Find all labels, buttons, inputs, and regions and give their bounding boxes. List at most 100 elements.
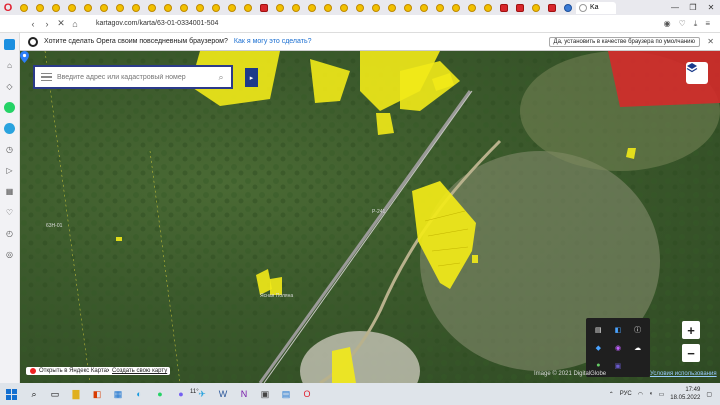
home-icon[interactable]: ⌂ [4,60,15,71]
camera-icon[interactable]: ◉ [664,19,671,29]
tab[interactable] [352,2,368,14]
tab-active[interactable]: Ka [576,1,616,14]
workspace-icon[interactable]: ◇ [4,81,15,92]
tab[interactable] [336,2,352,14]
tab[interactable] [176,2,192,14]
minimize-icon[interactable]: — [666,0,684,15]
layers-button[interactable] [686,62,708,84]
opera-menu-icon[interactable]: O [0,0,16,15]
tab[interactable] [464,2,480,14]
notifications-icon[interactable]: ▢ [706,391,712,398]
menu-icon[interactable]: ≡ [705,19,710,29]
tray-app-icon[interactable]: ▣ [610,359,627,373]
tab[interactable] [480,2,496,14]
url-field[interactable]: kartagov.com/karta/63-01-0334001-504 [96,20,218,27]
search-submit-button[interactable]: ▸ [245,68,258,87]
terms-link[interactable]: Условия использования [650,371,717,377]
history-icon[interactable]: ◷ [4,144,15,155]
search-icon[interactable]: ⌕ [211,72,231,83]
tab[interactable] [128,2,144,14]
parcel-yellow[interactable] [472,255,478,263]
tab[interactable] [272,2,288,14]
word-icon[interactable]: W [214,385,232,403]
whatsapp-icon[interactable] [4,102,15,113]
app-icon[interactable]: ▣ [256,385,274,403]
tab[interactable] [96,2,112,14]
forward-icon[interactable]: › [40,19,54,29]
tab[interactable] [512,2,528,14]
volume-icon[interactable]: ◖ [649,391,653,397]
maximize-icon[interactable]: ❐ [684,0,702,15]
tab[interactable] [240,2,256,14]
extensions-icon[interactable]: ▦ [4,186,15,197]
open-yandex-maps-link[interactable]: Открыть в Яндекс Картах [26,367,114,375]
menu-icon[interactable] [35,72,57,82]
edge-icon[interactable]: ◐ [130,385,148,403]
language-indicator[interactable]: РУС [620,391,632,397]
tab[interactable] [544,2,560,14]
tab[interactable] [320,2,336,14]
tab[interactable] [448,2,464,14]
tray-cloud-icon[interactable]: ☁ [629,341,646,355]
tab[interactable] [64,2,80,14]
store-icon[interactable]: ▦ [109,385,127,403]
player-icon[interactable]: ▷ [4,165,15,176]
tab[interactable] [400,2,416,14]
telegram-icon[interactable] [4,123,15,134]
viber-icon[interactable]: ● [172,385,190,403]
tab[interactable] [528,2,544,14]
office-icon[interactable]: ◧ [88,385,106,403]
location-pin-icon[interactable] [20,51,29,63]
tray-info-icon[interactable]: ⓘ [629,322,646,338]
task-view-icon[interactable]: ▭ [46,385,64,403]
zoom-in-button[interactable]: + [682,321,700,339]
tray-app-icon[interactable]: ◧ [610,322,627,338]
close-icon[interactable]: ✕ [702,0,720,15]
onenote-icon[interactable]: N [235,385,253,403]
tab[interactable] [304,2,320,14]
tab[interactable] [416,2,432,14]
promo-link[interactable]: Как я могу это сделать? [234,38,312,45]
tray-shield-icon[interactable]: ◉ [610,341,627,355]
tab[interactable] [256,2,272,14]
tab[interactable] [288,2,304,14]
bulb-icon[interactable]: ◎ [4,249,15,260]
clock-icon[interactable]: ◴ [4,228,15,239]
tab[interactable] [80,2,96,14]
wifi-icon[interactable]: ◠ [638,391,643,398]
tray-app-icon[interactable]: ◆ [590,341,607,355]
close-icon[interactable]: ✕ [707,37,714,46]
download-icon[interactable]: ⤓ [694,19,698,29]
search-input[interactable] [57,73,211,81]
security-icon[interactable]: ⌂ [68,19,82,29]
tab[interactable] [384,2,400,14]
tab[interactable] [32,2,48,14]
back-icon[interactable]: ‹ [26,19,40,29]
chevron-up-icon[interactable]: ⌃ [609,391,614,398]
clock[interactable]: 17:49 18.05.2022 [670,386,700,402]
tab[interactable] [192,2,208,14]
tab[interactable] [48,2,64,14]
tab[interactable] [160,2,176,14]
heart-icon[interactable]: ♡ [4,207,15,218]
tab[interactable] [208,2,224,14]
tray-app-icon[interactable]: ▤ [590,322,607,338]
tab[interactable] [112,2,128,14]
app-icon[interactable]: ▤ [277,385,295,403]
stop-icon[interactable]: ✕ [54,18,68,29]
tab[interactable] [368,2,384,14]
speed-dial-icon[interactable] [4,39,15,50]
tab[interactable] [560,2,576,14]
bookmark-heart-icon[interactable]: ♡ [679,19,686,29]
whatsapp-icon[interactable]: ● [151,385,169,403]
parcel-yellow[interactable] [116,237,122,241]
search-icon[interactable]: ⌕ [25,385,43,403]
opera-icon[interactable]: O [298,385,316,403]
battery-icon[interactable]: ▭ [659,391,665,398]
tab[interactable] [496,2,512,14]
tab[interactable] [432,2,448,14]
tab[interactable] [16,2,32,14]
tab[interactable] [224,2,240,14]
weather-widget[interactable]: 11° [190,389,199,395]
windows-start-icon[interactable] [0,383,22,405]
